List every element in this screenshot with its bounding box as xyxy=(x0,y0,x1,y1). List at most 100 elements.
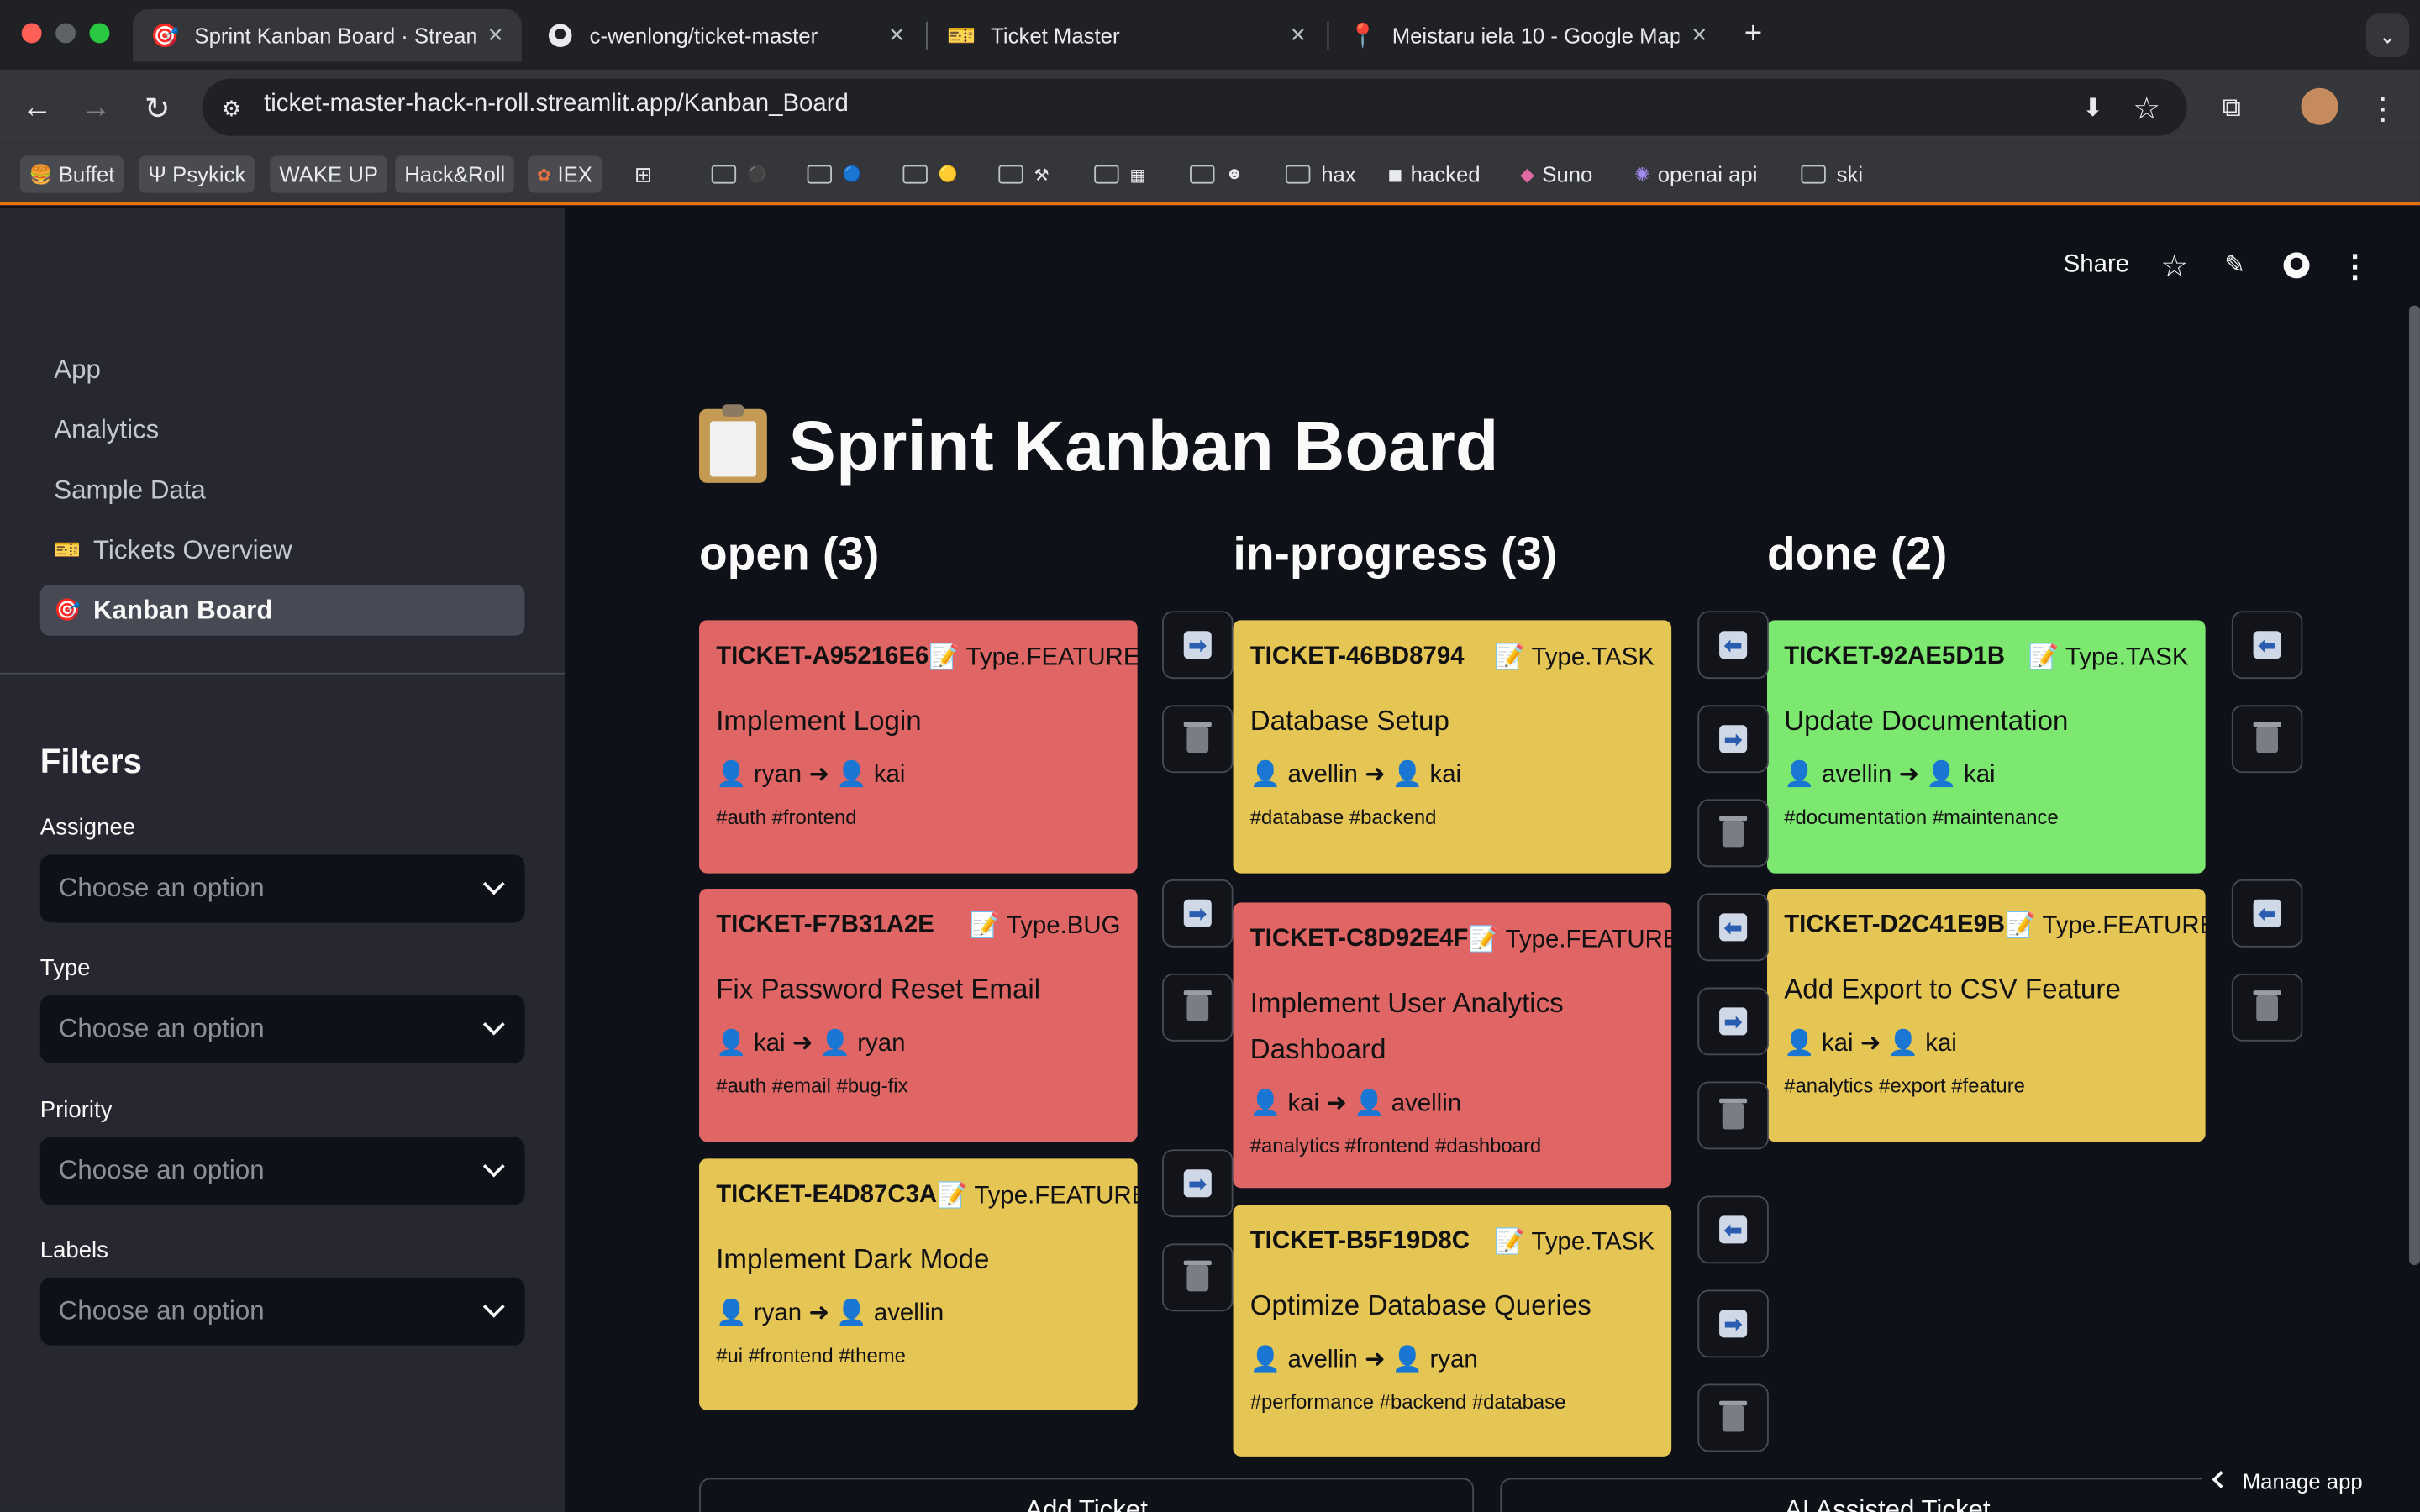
move-right-button[interactable]: ➡ xyxy=(1697,705,1769,774)
bookmark-folder-ski[interactable]: ski xyxy=(1791,156,1872,193)
ticket-labels: #documentation #maintenance xyxy=(1784,805,2059,829)
ticket-card: TICKET-A95216E6 📝 Type.FEATURE Implement … xyxy=(699,620,1139,874)
new-tab-icon[interactable]: + xyxy=(1733,14,1774,55)
site-info-icon[interactable]: ⚙ xyxy=(212,88,252,129)
delete-button[interactable] xyxy=(1162,705,1234,774)
sidebar-item-tickets-overview[interactable]: 🎫 Tickets Overview xyxy=(40,524,525,575)
share-button[interactable]: Share xyxy=(2064,250,2129,281)
sidebar-item-app[interactable]: App xyxy=(40,344,525,396)
trash-icon xyxy=(1183,1259,1212,1291)
delete-button[interactable] xyxy=(1697,799,1769,868)
delete-button[interactable] xyxy=(1162,1243,1234,1312)
assignee-select[interactable]: Choose an option xyxy=(39,854,525,923)
star-icon[interactable]: ☆ xyxy=(2158,247,2191,284)
move-right-button[interactable]: ➡ xyxy=(1162,879,1234,948)
bookmark-folder-hax[interactable]: hax xyxy=(1276,156,1365,193)
bookmark-folder-3[interactable]: 🟡 xyxy=(893,156,966,193)
maximize-window-icon[interactable] xyxy=(89,23,110,44)
move-left-button[interactable]: ⬅ xyxy=(2231,611,2303,680)
ticket-title: Add Export to CSV Feature xyxy=(1784,973,2121,1005)
close-icon[interactable]: × xyxy=(889,20,904,51)
manage-app-button[interactable]: Manage app xyxy=(2202,1450,2420,1512)
tab-google-maps[interactable]: 📍 Meistaru iela 10 - Google Maps × xyxy=(1330,9,1725,61)
arrow-right-icon: ➡ xyxy=(1183,631,1212,659)
move-right-button[interactable]: ➡ xyxy=(1697,1289,1769,1358)
reload-icon[interactable]: ↻ xyxy=(137,88,177,129)
folder-icon xyxy=(1094,165,1119,184)
bookmark-folder-6[interactable]: ☻ xyxy=(1181,156,1253,193)
close-icon[interactable]: × xyxy=(1291,20,1306,51)
ticket-card: TICKET-F7B31A2E 📝 Type.BUG Fix Password R… xyxy=(699,888,1138,1142)
ticket-id: TICKET-E4D87C3A xyxy=(716,1181,938,1209)
minimize-window-icon[interactable] xyxy=(55,23,76,44)
bookmark-wake-up[interactable]: WAKE UP xyxy=(270,155,388,193)
type-select[interactable]: Choose an option xyxy=(39,995,525,1063)
move-right-button[interactable]: ➡ xyxy=(1697,987,1769,1056)
add-ticket-button[interactable]: Add Ticket xyxy=(699,1478,1475,1512)
bookmark-hackroll[interactable]: Hack&Roll xyxy=(395,155,515,193)
edit-icon[interactable]: ✎ xyxy=(2217,247,2251,284)
tab-kanban[interactable]: 🎯 Sprint Kanban Board · Streamlit × xyxy=(132,9,522,62)
column-title-open: open (3) xyxy=(699,528,880,580)
delete-button[interactable] xyxy=(2231,973,2303,1042)
back-icon[interactable]: ← xyxy=(17,88,57,129)
star-icon[interactable]: ☆ xyxy=(2127,88,2167,129)
extensions-icon[interactable]: ⧉ xyxy=(2212,88,2252,129)
priority-select[interactable]: Choose an option xyxy=(39,1137,525,1205)
tab-ticket-master[interactable]: 🎫 Ticket Master × xyxy=(929,9,1324,61)
ticket-labels: #analytics #export #feature xyxy=(1784,1074,2025,1097)
app-menu-icon[interactable]: ⋮ xyxy=(2339,247,2370,284)
delete-button[interactable] xyxy=(2231,705,2303,774)
browser-menu-icon[interactable]: ⋮ xyxy=(2363,88,2403,129)
arrow-left-icon: ⬅ xyxy=(2253,631,2281,659)
move-right-button[interactable]: ➡ xyxy=(1162,1149,1234,1218)
bookmark-psykick[interactable]: Ψ Psykick xyxy=(139,155,255,193)
avatar[interactable] xyxy=(2301,87,2338,125)
bookmark-folder-4[interactable]: ⚒ xyxy=(989,156,1058,193)
bookmark-folder-2[interactable]: 🔵 xyxy=(798,156,871,193)
filters-title: Filters xyxy=(39,742,143,781)
ticket-assignment: 👤 avellin ➜ 👤 kai xyxy=(1249,762,1462,789)
labels-select[interactable]: Choose an option xyxy=(39,1277,525,1346)
blue-dot-icon: 🔵 xyxy=(842,165,862,183)
bookmark-openai[interactable]: ✺ openai api xyxy=(1625,156,1766,193)
move-left-button[interactable]: ⬅ xyxy=(2231,879,2303,948)
ticket-title: Update Documentation xyxy=(1784,705,2069,737)
bookmark-buffet[interactable]: 🍔 Buffet xyxy=(19,155,124,193)
delete-button[interactable] xyxy=(1697,1383,1769,1452)
forward-icon[interactable]: → xyxy=(76,88,116,129)
scrollbar[interactable] xyxy=(2409,305,2420,1266)
type-label: Type xyxy=(39,954,91,982)
bookmark-iex[interactable]: ✿ IEX xyxy=(528,155,602,193)
bookmark-folder-5[interactable]: ▦ xyxy=(1085,156,1155,193)
bookmark-suno[interactable]: ◆ Suno xyxy=(1511,156,1602,193)
move-left-button[interactable]: ⬅ xyxy=(1697,1195,1769,1264)
url-text[interactable]: ticket-master-hack-n-roll.streamlit.app/… xyxy=(264,91,849,118)
move-right-button[interactable]: ➡ xyxy=(1162,611,1234,680)
tab-github[interactable]: c-wenlong/ticket-master × xyxy=(528,9,923,61)
ticket-labels: #ui #frontend #theme xyxy=(716,1343,906,1368)
sidebar-item-analytics[interactable]: Analytics xyxy=(40,404,525,455)
bookmark-hacked[interactable]: ◼ hacked xyxy=(1378,156,1489,193)
install-icon[interactable]: ⬇ xyxy=(2073,88,2113,129)
tab-search-icon[interactable]: ⌄ xyxy=(2365,13,2410,57)
delete-button[interactable] xyxy=(1162,973,1234,1042)
sidebar-item-kanban-board[interactable]: 🎯 Kanban Board xyxy=(39,585,525,636)
column-title-done: done (2) xyxy=(1767,528,1948,580)
apps-grid-icon[interactable]: ⊞ xyxy=(625,156,662,193)
delete-button[interactable] xyxy=(1697,1081,1769,1150)
tab-separator xyxy=(926,21,928,50)
close-icon[interactable]: × xyxy=(488,20,503,51)
move-left-button[interactable]: ⬅ xyxy=(1697,893,1769,962)
close-window-icon[interactable] xyxy=(21,23,42,44)
bookmark-folder-1[interactable]: ⚫ xyxy=(702,156,776,193)
close-icon[interactable]: × xyxy=(1691,20,1707,51)
ticket-type: 📝 Type.TASK xyxy=(1494,1229,1655,1257)
sidebar-item-sample-data[interactable]: Sample Data xyxy=(40,465,525,516)
chevron-left-icon xyxy=(2212,1471,2230,1488)
yellow-dot-icon: 🟡 xyxy=(938,165,958,183)
move-left-button[interactable]: ⬅ xyxy=(1697,611,1769,680)
ticket-id: TICKET-46BD8794 xyxy=(1249,643,1465,670)
ai-assisted-ticket-button[interactable]: AI Assisted Ticket xyxy=(1500,1478,2275,1512)
github-icon[interactable] xyxy=(2280,249,2313,282)
